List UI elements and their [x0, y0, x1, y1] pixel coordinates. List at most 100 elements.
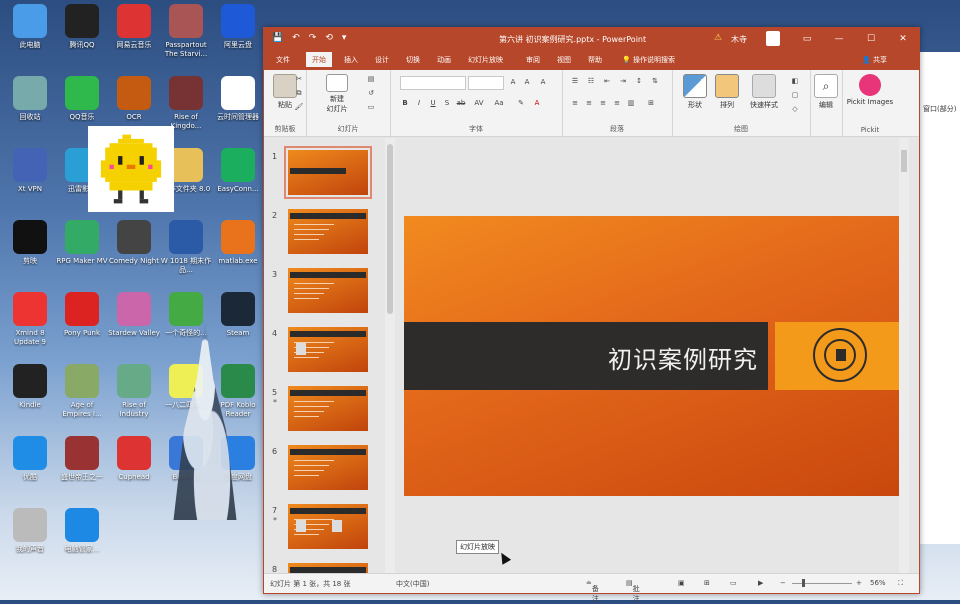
highlight-icon[interactable]: ✎ [516, 98, 526, 108]
slide-thumbnail[interactable] [288, 327, 368, 372]
copy-icon[interactable]: ⧉ [294, 88, 304, 98]
desktop-icon[interactable]: W 1018 期末作品... [160, 220, 212, 275]
columns-icon[interactable]: ▥ [626, 98, 636, 108]
desktop-icon[interactable]: 腾讯QQ [56, 4, 108, 50]
strikethrough-icon[interactable]: ab [456, 98, 466, 108]
font-size-combobox[interactable] [468, 76, 504, 90]
desktop-icon[interactable]: Cuphead [108, 436, 160, 482]
align-right-icon[interactable]: ≡ [598, 98, 608, 108]
font-name-combobox[interactable] [400, 76, 466, 90]
desktop-icon[interactable]: 盛世帝王之一 [56, 436, 108, 482]
slide-thumbnail[interactable] [284, 146, 372, 199]
slide-title[interactable]: 初识案例研究 [608, 340, 758, 375]
tab-animations[interactable]: 动画 [437, 55, 451, 65]
increase-indent-icon[interactable]: ⇥ [618, 76, 628, 86]
language-indicator[interactable]: 中文(中国) [396, 579, 429, 589]
pickit-button[interactable]: Pickit Images [846, 74, 894, 106]
thumbnail-scrollbar-thumb[interactable] [387, 144, 393, 314]
char-spacing-icon[interactable]: AV [474, 98, 484, 108]
justify-icon[interactable]: ≡ [612, 98, 622, 108]
tab-file[interactable]: 文件 [276, 55, 290, 65]
university-seal-logo[interactable] [813, 328, 867, 382]
slide-thumbnail[interactable] [288, 386, 368, 431]
tell-me-search[interactable]: 💡 操作说明搜索 [622, 55, 675, 65]
desktop-icon[interactable]: QQ音乐 [56, 76, 108, 122]
zoom-level[interactable]: 56% [870, 579, 886, 587]
quick-styles-button[interactable]: 快速样式 [744, 74, 784, 110]
desktop-icon[interactable]: Stardew Valley [108, 292, 160, 338]
reading-view-icon[interactable]: ▭ [730, 579, 737, 587]
zoom-in-icon[interactable]: + [856, 579, 862, 587]
desktop-icon[interactable]: Comedy Night [108, 220, 160, 266]
desktop-icon[interactable]: 阿里云盘 [212, 4, 264, 50]
redo-icon[interactable]: ↷ [309, 33, 317, 43]
tab-transitions[interactable]: 切换 [406, 55, 420, 65]
font-color-icon[interactable]: A [532, 98, 542, 108]
title-bar[interactable]: 💾 ↶ ↷ ⟲ ▾ 第六讲 初识案例研究.pptx - PowerPoint ⚠… [264, 28, 919, 50]
background-window[interactable]: 窗口(部分) [918, 52, 960, 544]
decrease-font-icon[interactable]: A [522, 77, 532, 87]
reset-icon[interactable]: ↺ [366, 88, 376, 98]
desktop-icon[interactable]: OCR [108, 76, 160, 122]
close-button[interactable]: ✕ [887, 28, 919, 50]
save-icon[interactable]: 💾 [272, 33, 283, 43]
user-name[interactable]: 木寺 [731, 34, 747, 45]
desktop-icon[interactable]: 云时间管理器 [212, 76, 264, 122]
tab-view[interactable]: 视图 [557, 55, 571, 65]
tab-help[interactable]: 帮助 [588, 55, 602, 65]
slide-thumbnail[interactable] [288, 268, 368, 313]
shadow-icon[interactable]: S [442, 98, 452, 108]
editor-scrollbar[interactable] [899, 138, 909, 574]
notes-button[interactable]: ≐ 备注 [586, 579, 599, 603]
desktop-icon[interactable]: RPG Maker MV [56, 220, 108, 266]
increase-font-icon[interactable]: A [508, 77, 518, 87]
slide-thumbnails-pane[interactable]: 1 2 3 4 5 * 6 7 * 8 [264, 138, 386, 574]
shape-effects-icon[interactable]: ◇ [790, 104, 800, 114]
fit-slide-icon[interactable]: ⛶ [898, 579, 903, 588]
cut-icon[interactable]: ✂ [294, 74, 304, 84]
slide-sorter-icon[interactable]: ⊞ [704, 579, 710, 587]
shape-outline-icon[interactable]: ▢ [790, 90, 800, 100]
share-button[interactable]: 👤 共享 [862, 55, 887, 65]
maximize-button[interactable]: ☐ [855, 28, 887, 50]
desktop-icon[interactable]: 此电脑 [4, 4, 56, 50]
decrease-indent-icon[interactable]: ⇤ [602, 76, 612, 86]
align-center-icon[interactable]: ≡ [584, 98, 594, 108]
line-spacing-icon[interactable]: ↕ [634, 76, 644, 86]
bullets-icon[interactable]: ☰ [570, 76, 580, 86]
desktop-icon[interactable]: Kindle [4, 364, 56, 410]
minimize-button[interactable]: — [823, 28, 855, 50]
slideshow-view-icon[interactable]: ▶ [758, 579, 763, 587]
arrange-button[interactable]: 排列 [712, 74, 742, 110]
tab-review[interactable]: 审阅 [526, 55, 540, 65]
avatar[interactable] [766, 31, 780, 46]
warning-icon[interactable]: ⚠ [714, 33, 722, 43]
desktop-icon[interactable]: Pony Punk [56, 292, 108, 338]
tab-slideshow[interactable]: 幻灯片放映 [468, 55, 503, 65]
thumbnail-scrollbar[interactable] [385, 138, 395, 574]
new-slide-button[interactable]: 新建 幻灯片 [322, 74, 352, 114]
ribbon-display-options-button[interactable]: ▭ [791, 28, 823, 50]
powerpoint-window[interactable]: 💾 ↶ ↷ ⟲ ▾ 第六讲 初识案例研究.pptx - PowerPoint ⚠… [263, 27, 920, 603]
desktop-icon[interactable]: 我的声音 [4, 508, 56, 554]
desktop-icon[interactable]: Rise of Industry [108, 364, 160, 419]
desktop-icon[interactable]: matlab.exe [212, 220, 264, 266]
format-painter-icon[interactable]: 🖌 [294, 102, 304, 112]
editing-button[interactable]: ⌕ 编辑 [814, 74, 838, 110]
desktop-icon[interactable]: Xmind 8 Update 9 [4, 292, 56, 347]
desktop-icon[interactable]: 优酷 [4, 436, 56, 482]
desktop-icon[interactable]: 电脑管家... [56, 508, 108, 554]
desktop-icon[interactable]: 网易云音乐 [108, 4, 160, 50]
clear-format-icon[interactable]: A [538, 77, 548, 87]
tab-design[interactable]: 设计 [375, 55, 389, 65]
desktop-icon[interactable]: EasyConn... [212, 148, 264, 194]
smartart-icon[interactable]: ⊞ [646, 98, 656, 108]
current-slide[interactable]: 初识案例研究 [404, 216, 901, 496]
layout-icon[interactable]: ▤ [366, 74, 376, 84]
desktop-icon[interactable]: Steam [212, 292, 264, 338]
slide-thumbnail[interactable] [288, 445, 368, 490]
text-direction-icon[interactable]: ⇅ [650, 76, 660, 86]
desktop-icon[interactable]: Age of Empires I... [56, 364, 108, 419]
desktop-icon[interactable]: Passpartout The Starvi... [160, 4, 212, 59]
bold-icon[interactable]: B [400, 98, 410, 108]
